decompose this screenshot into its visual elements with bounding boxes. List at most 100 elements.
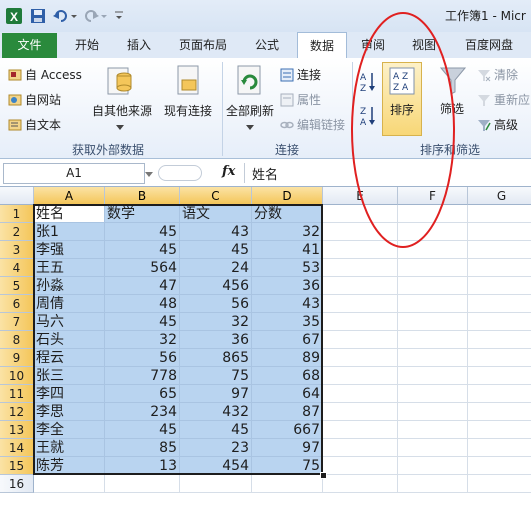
table-cell[interactable]	[323, 367, 398, 385]
table-cell[interactable]	[323, 331, 398, 349]
table-cell[interactable]: 234	[105, 403, 180, 421]
table-cell[interactable]: 张1	[34, 223, 105, 241]
table-cell[interactable]	[398, 439, 468, 457]
column-header-g[interactable]: G	[468, 187, 531, 205]
table-cell[interactable]	[398, 457, 468, 475]
table-cell[interactable]: 李全	[34, 421, 105, 439]
table-cell[interactable]: 24	[180, 259, 252, 277]
table-cell[interactable]	[468, 439, 531, 457]
table-cell[interactable]	[34, 475, 105, 493]
header-cell[interactable]: 分数	[252, 205, 323, 223]
table-cell[interactable]	[468, 313, 531, 331]
row-header[interactable]: 15	[0, 457, 34, 475]
row-header[interactable]: 6	[0, 295, 34, 313]
table-cell[interactable]: 97	[252, 439, 323, 457]
header-cell[interactable]: 姓名	[34, 205, 105, 223]
table-cell[interactable]	[252, 475, 323, 493]
table-cell[interactable]: 67	[252, 331, 323, 349]
from-access-button[interactable]: 自 Access	[8, 66, 82, 83]
table-cell[interactable]: 李四	[34, 385, 105, 403]
table-cell[interactable]	[105, 475, 180, 493]
select-all-corner[interactable]	[0, 187, 34, 205]
row-header[interactable]: 10	[0, 367, 34, 385]
column-header-d[interactable]: D	[252, 187, 323, 205]
table-cell[interactable]	[323, 457, 398, 475]
table-cell[interactable]: 75	[252, 457, 323, 475]
table-cell[interactable]	[323, 313, 398, 331]
excel-icon[interactable]: X	[4, 6, 24, 26]
table-cell[interactable]: 陈芳	[34, 457, 105, 475]
table-cell[interactable]: 马六	[34, 313, 105, 331]
column-header-c[interactable]: C	[180, 187, 252, 205]
tab-formulas[interactable]: 公式	[244, 32, 290, 58]
table-cell[interactable]: 36	[252, 277, 323, 295]
reapply-button[interactable]: 重新应	[477, 91, 530, 108]
table-cell[interactable]	[398, 277, 468, 295]
tab-page-layout[interactable]: 页面布局	[170, 32, 236, 58]
table-cell[interactable]	[323, 349, 398, 367]
undo-icon[interactable]	[52, 6, 78, 26]
table-cell[interactable]: 45	[105, 241, 180, 259]
edit-links-button[interactable]: 编辑链接	[280, 116, 345, 133]
from-other-sources-button[interactable]: 自其他来源	[92, 62, 152, 140]
row-header[interactable]: 12	[0, 403, 34, 421]
table-cell[interactable]: 45	[180, 241, 252, 259]
row-header[interactable]: 4	[0, 259, 34, 277]
table-cell[interactable]: 23	[180, 439, 252, 457]
table-cell[interactable]	[398, 349, 468, 367]
row-header[interactable]: 11	[0, 385, 34, 403]
table-cell[interactable]	[323, 277, 398, 295]
column-header-b[interactable]: B	[105, 187, 180, 205]
row-header[interactable]: 3	[0, 241, 34, 259]
table-cell[interactable]: 李思	[34, 403, 105, 421]
table-cell[interactable]: 456	[180, 277, 252, 295]
table-cell[interactable]: 45	[105, 421, 180, 439]
row-header[interactable]: 9	[0, 349, 34, 367]
table-cell[interactable]	[398, 259, 468, 277]
tab-data[interactable]: 数据	[297, 32, 347, 60]
save-icon[interactable]	[28, 6, 48, 26]
table-cell[interactable]: 56	[105, 349, 180, 367]
table-cell[interactable]: 87	[252, 403, 323, 421]
table-cell[interactable]	[323, 385, 398, 403]
table-cell[interactable]: 778	[105, 367, 180, 385]
table-cell[interactable]	[398, 295, 468, 313]
row-header[interactable]: 7	[0, 313, 34, 331]
table-cell[interactable]: 97	[180, 385, 252, 403]
table-cell[interactable]: 865	[180, 349, 252, 367]
row-header[interactable]: 1	[0, 205, 34, 223]
table-cell[interactable]	[468, 421, 531, 439]
table-cell[interactable]: 56	[180, 295, 252, 313]
clear-filter-button[interactable]: 清除	[477, 66, 518, 83]
existing-connections-button[interactable]: 现有连接	[160, 62, 216, 140]
table-cell[interactable]: 89	[252, 349, 323, 367]
table-cell[interactable]	[468, 367, 531, 385]
table-cell[interactable]: 43	[180, 223, 252, 241]
table-cell[interactable]	[323, 295, 398, 313]
table-cell[interactable]: 75	[180, 367, 252, 385]
table-cell[interactable]	[468, 331, 531, 349]
table-cell[interactable]: 667	[252, 421, 323, 439]
table-cell[interactable]: 张三	[34, 367, 105, 385]
table-cell[interactable]	[323, 439, 398, 457]
table-cell[interactable]	[468, 403, 531, 421]
table-cell[interactable]: 43	[252, 295, 323, 313]
table-cell[interactable]	[323, 259, 398, 277]
table-cell[interactable]: 程云	[34, 349, 105, 367]
properties-button[interactable]: 属性	[280, 91, 321, 108]
header-cell[interactable]: 数学	[105, 205, 180, 223]
table-cell[interactable]	[323, 421, 398, 439]
advanced-filter-button[interactable]: 高级	[477, 116, 518, 133]
header-cell[interactable]	[468, 205, 531, 223]
row-header[interactable]: 2	[0, 223, 34, 241]
table-cell[interactable]: 41	[252, 241, 323, 259]
from-text-button[interactable]: 自文本	[8, 116, 61, 133]
table-cell[interactable]: 47	[105, 277, 180, 295]
table-cell[interactable]: 65	[105, 385, 180, 403]
table-cell[interactable]: 45	[105, 313, 180, 331]
from-web-button[interactable]: 自网站	[8, 91, 61, 108]
table-cell[interactable]	[468, 259, 531, 277]
column-header-a[interactable]: A	[34, 187, 105, 205]
table-cell[interactable]: 王就	[34, 439, 105, 457]
formula-input[interactable]: 姓名	[252, 164, 278, 183]
